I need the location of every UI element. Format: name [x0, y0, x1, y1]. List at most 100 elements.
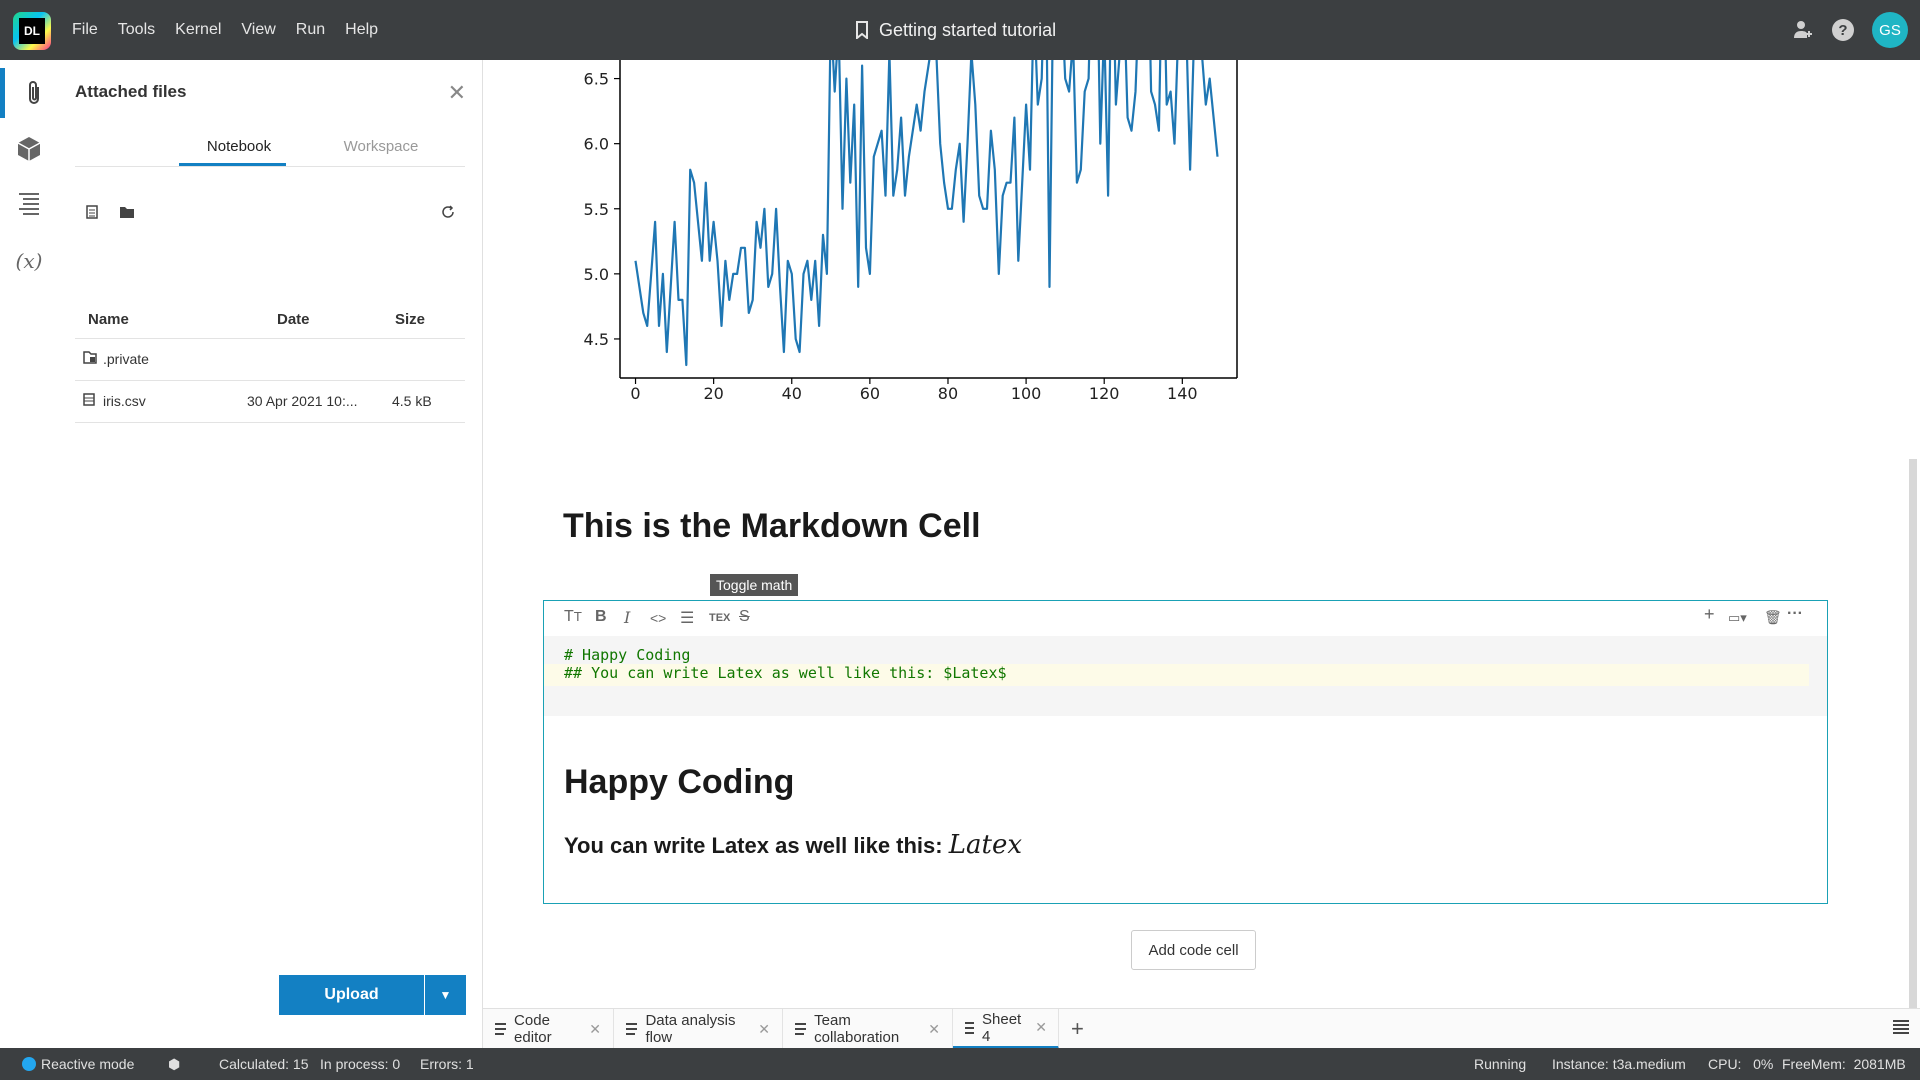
more-options-icon[interactable]: ···: [1787, 605, 1803, 623]
refresh-icon[interactable]: [441, 205, 455, 222]
x-tick-label: 0: [630, 384, 640, 403]
reactive-mode-toggle[interactable]: Reactive mode: [22, 1056, 134, 1072]
menu-view[interactable]: View: [241, 21, 275, 39]
y-tick-label: 6.0: [584, 135, 609, 154]
cell-layout-icon[interactable]: ▭▾: [1728, 610, 1747, 626]
close-icon[interactable]: ✕: [928, 1021, 940, 1038]
menu-run[interactable]: Run: [296, 21, 325, 39]
markdown-toolbar: TT B I <> ☰ TEX S + ▭▾ 🗑 ···: [544, 601, 1827, 636]
sheet-tab-label: Code editor: [514, 1012, 552, 1046]
tab-notebook[interactable]: Notebook: [207, 138, 271, 155]
file-size: 4.5 kB: [392, 393, 432, 409]
x-tick-label: 40: [782, 384, 802, 403]
package-cube-icon: [17, 137, 41, 161]
plus-icon: +: [1071, 1016, 1084, 1041]
top-bar: DL File Tools Kernel View Run Help Getti…: [0, 0, 1920, 60]
attached-files-panel: Attached files ✕ Notebook Workspace Name…: [58, 60, 483, 1048]
table-row[interactable]: .private: [75, 339, 465, 381]
files-table-header: Name Date Size: [75, 300, 465, 339]
document-icon: [965, 1019, 974, 1037]
add-cell-icon[interactable]: +: [1704, 604, 1715, 625]
active-tab-indicator: [179, 163, 286, 166]
bold-icon[interactable]: B: [595, 608, 607, 626]
line-chart: 0 20 40 60 80 100 120 140 6.5 6.0 5.5 5.0 4.5: [584, 60, 1238, 403]
column-size[interactable]: Size: [395, 311, 425, 328]
rendered-h2-text: You can write Latex as well like this:: [564, 833, 943, 858]
chevron-down-icon: ▼: [439, 988, 452, 1002]
column-name[interactable]: Name: [88, 311, 129, 328]
y-tick-label: 6.5: [584, 70, 609, 89]
x-tick-label: 60: [860, 384, 880, 403]
share-user-icon[interactable]: [1792, 19, 1814, 41]
tab-data-analysis-flow[interactable]: Data analysis flow ✕: [614, 1009, 783, 1049]
document-icon: [495, 1020, 507, 1038]
list-icon[interactable]: ☰: [680, 608, 694, 628]
x-tick-label: 120: [1089, 384, 1120, 403]
help-icon[interactable]: ?: [1832, 19, 1854, 41]
new-folder-icon[interactable]: [119, 205, 135, 222]
strikethrough-icon[interactable]: S: [739, 608, 750, 626]
settings-hex-icon[interactable]: ⬢: [168, 1056, 180, 1073]
add-code-cell-button[interactable]: Add code cell: [1131, 930, 1256, 970]
menu-help[interactable]: Help: [345, 21, 378, 39]
new-file-icon[interactable]: [85, 205, 99, 222]
close-icon[interactable]: ✕: [448, 80, 466, 106]
calculated-count: Calculated: 15: [219, 1056, 309, 1072]
tab-sheet-4[interactable]: Sheet 4 ✕: [953, 1009, 1059, 1049]
file-table-icon: [83, 393, 95, 409]
column-date[interactable]: Date: [277, 311, 310, 328]
italic-icon[interactable]: I: [624, 608, 630, 627]
sheet-tab-label: Data analysis flow: [645, 1012, 736, 1046]
close-icon[interactable]: ✕: [758, 1021, 770, 1038]
variables-icon: (x): [15, 249, 43, 273]
code-icon[interactable]: <>: [650, 610, 666, 626]
file-name: iris.csv: [103, 393, 146, 409]
notebook-title-text: Getting started tutorial: [879, 19, 1057, 40]
tab-code-editor[interactable]: Code editor ✕: [483, 1009, 614, 1049]
app-logo-icon[interactable]: DL: [13, 12, 51, 50]
scrollbar[interactable]: [1909, 459, 1917, 1008]
delete-icon[interactable]: 🗑: [1764, 609, 1782, 626]
text-size-icon[interactable]: TT: [564, 608, 582, 626]
upload-button[interactable]: Upload: [279, 975, 424, 1015]
in-process-count: In process: 0: [320, 1056, 401, 1072]
status-bar: Reactive mode ⬢ Calculated: 15 In proces…: [0, 1048, 1920, 1080]
series-line: [634, 60, 1219, 367]
markdown-cell-editor[interactable]: TT B I <> ☰ TEX S + ▭▾ 🗑 ··· # Happy Cod…: [543, 600, 1828, 904]
menu-kernel[interactable]: Kernel: [175, 21, 221, 39]
toggle-math-icon[interactable]: TEX: [709, 612, 730, 624]
y-tick-label: 5.0: [584, 265, 609, 284]
notebook-main: 0 20 40 60 80 100 120 140 6.5 6.0 5.5 5.0 4.5 This i…: [483, 60, 1920, 1008]
instance-type[interactable]: Instance: t3a.medium: [1552, 1056, 1686, 1072]
variables-rail-button[interactable]: (x): [0, 236, 58, 286]
document-icon: [626, 1020, 638, 1038]
sheets-menu-icon[interactable]: [1892, 1018, 1910, 1041]
sheet-tab-label: Sheet 4: [982, 1010, 1022, 1045]
attached-files-rail-button[interactable]: [0, 68, 63, 118]
avatar[interactable]: GS: [1872, 12, 1908, 48]
bookmark-icon: [856, 21, 868, 39]
source-line: ## You can write Latex as well like this…: [564, 664, 1007, 682]
add-sheet-button[interactable]: +: [1059, 1009, 1105, 1049]
menu-tools[interactable]: Tools: [118, 21, 155, 39]
menu-file[interactable]: File: [72, 21, 98, 39]
table-of-contents-rail-button[interactable]: [0, 180, 58, 230]
close-icon[interactable]: ✕: [589, 1021, 601, 1038]
sheet-tabs-bar: Code editor ✕ Data analysis flow ✕ Team …: [483, 1008, 1920, 1049]
x-tick-label: 140: [1167, 384, 1198, 403]
reactive-mode-label: Reactive mode: [41, 1056, 135, 1072]
y-tick-label: 5.5: [584, 200, 609, 219]
left-icon-rail: (x): [0, 60, 58, 1048]
close-icon[interactable]: ✕: [1035, 1019, 1047, 1036]
tab-workspace[interactable]: Workspace: [344, 138, 419, 155]
sheet-tab-label: Team collaboration: [814, 1012, 900, 1046]
notebook-title[interactable]: Getting started tutorial: [855, 0, 1056, 60]
table-row[interactable]: iris.csv 30 Apr 2021 10:... 4.5 kB: [75, 381, 465, 423]
markdown-source[interactable]: # Happy Coding ## You can write Latex as…: [544, 636, 1827, 716]
x-tick-label: 80: [938, 384, 958, 403]
tab-team-collaboration[interactable]: Team collaboration ✕: [783, 1009, 953, 1049]
upload-dropdown-button[interactable]: ▼: [425, 975, 466, 1015]
errors-count[interactable]: Errors: 1: [420, 1056, 474, 1072]
cpu-usage: CPU: 0%: [1708, 1056, 1774, 1072]
packages-rail-button[interactable]: [0, 124, 58, 174]
